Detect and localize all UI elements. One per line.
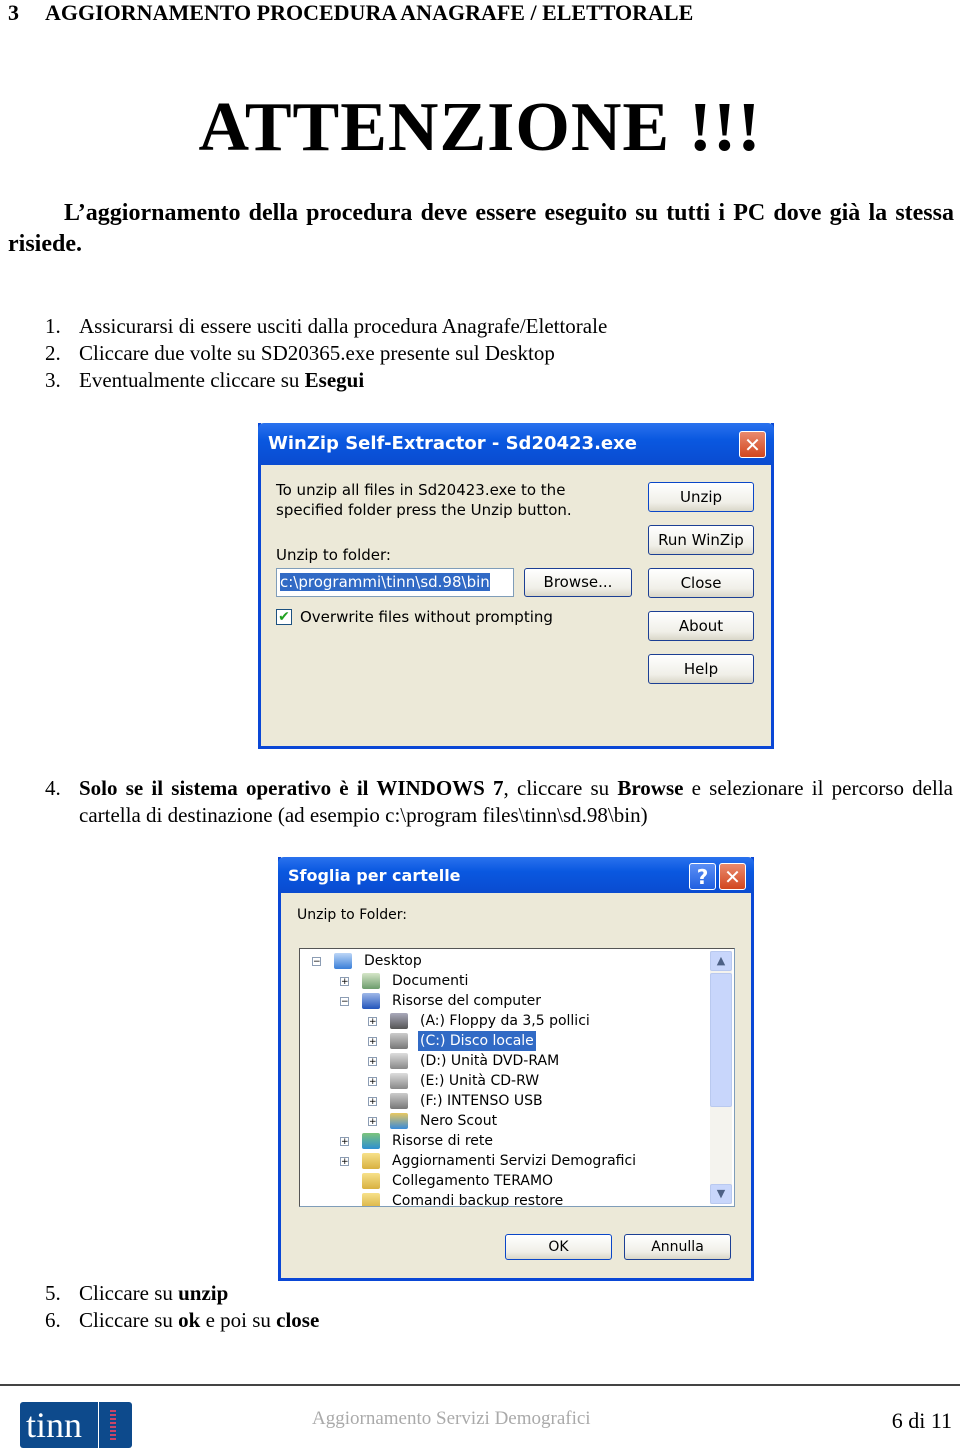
tree-item-label: Aggiornamenti Servizi Demografici <box>392 1153 637 1169</box>
tree-item[interactable]: + (E:) Unità CD-RW <box>300 1071 700 1091</box>
tree-item-label: Risorse del computer <box>392 993 541 1009</box>
close-icon[interactable]: ✕ <box>739 431 766 458</box>
tree-item-label: (D:) Unità DVD-RAM <box>420 1053 560 1069</box>
ok-button[interactable]: OK <box>505 1234 612 1260</box>
step-4: 4. Solo se il sistema operativo è il WIN… <box>45 775 953 829</box>
tree-item-label: Risorse di rete <box>392 1133 493 1149</box>
about-button[interactable]: About <box>648 611 754 641</box>
cd-icon <box>390 1073 408 1089</box>
warning-text: L’aggiornamento della procedura deve ess… <box>8 200 954 257</box>
tree-item-label: (E:) Unità CD-RW <box>420 1073 540 1089</box>
folder-icon <box>362 1173 380 1189</box>
help-icon[interactable]: ? <box>689 863 716 890</box>
tree-item[interactable]: + Risorse di rete <box>300 1131 700 1151</box>
cancel-button[interactable]: Annulla <box>624 1234 731 1260</box>
expand-icon[interactable]: + <box>340 977 349 987</box>
help-button[interactable]: Help <box>648 654 754 684</box>
tinn-logo: tinn <box>20 1402 132 1448</box>
tree-item-label: Collegamento TERAMO <box>392 1173 554 1189</box>
step-4-part: Browse <box>617 776 684 800</box>
expand-icon[interactable]: + <box>368 1037 377 1047</box>
folder-input[interactable]: c:\programmi\tinn\sd.98\bin <box>276 568 514 597</box>
tree-item[interactable]: Collegamento TERAMO <box>300 1171 700 1191</box>
tree-item[interactable]: + Documenti <box>300 971 700 991</box>
drive-icon <box>390 1033 408 1049</box>
tree-item-label: (C:) Disco locale <box>418 1031 536 1051</box>
browse-folder-dialog: Sfoglia per cartelle ? ✕ Unzip to Folder… <box>278 857 754 1281</box>
tree-item-label: Documenti <box>392 973 469 989</box>
tree-item-label: Desktop <box>364 953 422 969</box>
tree-item-label: Comandi backup restore <box>392 1193 564 1207</box>
floppy-icon <box>390 1013 408 1029</box>
folder-label: Unzip to Folder: <box>297 907 407 923</box>
section-heading: 3 AGGIORNAMENTO PROCEDURA ANAGRAFE / ELET… <box>8 0 694 25</box>
expand-icon[interactable]: + <box>368 1117 377 1127</box>
browse-button[interactable]: Browse... <box>524 568 632 597</box>
folder-tree[interactable]: ▲ ▼ − Desktop + Documenti − Risorse del compu… <box>299 948 735 1207</box>
document-page: 3 AGGIORNAMENTO PROCEDURA ANAGRAFE / ELET… <box>0 0 960 1456</box>
folder-icon <box>362 1193 380 1206</box>
close-button[interactable]: Close <box>648 568 754 598</box>
winzip-dialog: WinZip Self-Extractor - Sd20423.exe ✕ To… <box>258 423 774 749</box>
expand-icon[interactable]: + <box>368 1057 377 1067</box>
scroll-down-icon[interactable]: ▼ <box>710 1184 732 1204</box>
title-bar: Sfoglia per cartelle ? ✕ <box>278 857 754 893</box>
warning-title: ATTENZIONE !!! <box>198 89 762 166</box>
collapse-icon[interactable]: − <box>312 957 321 967</box>
desktop-icon <box>334 953 352 969</box>
close-icon[interactable]: ✕ <box>719 863 746 890</box>
tree-item[interactable]: Comandi backup restore <box>300 1191 700 1207</box>
overwrite-checkbox[interactable]: ✔ <box>276 609 292 625</box>
tree-item[interactable]: + (A:) Floppy da 3,5 pollici <box>300 1011 700 1031</box>
tree-item-label: Nero Scout <box>420 1113 498 1129</box>
tree-item[interactable]: − Risorse del computer <box>300 991 700 1011</box>
expand-icon[interactable]: + <box>340 1137 349 1147</box>
drive-icon <box>390 1093 408 1109</box>
tree-item[interactable]: + Aggiornamenti Servizi Demografici <box>300 1151 700 1171</box>
instructions: To unzip all files in Sd20423.exe to the… <box>276 481 572 519</box>
expand-icon[interactable]: + <box>340 1157 349 1167</box>
step-4-text: Solo se il sistema operativo è il WINDOW… <box>79 775 953 829</box>
collapse-icon[interactable]: − <box>340 997 349 1007</box>
folder-label: Unzip to folder: <box>276 546 391 564</box>
step-4-part: , cliccare su <box>503 776 618 800</box>
tree-item-label: (A:) Floppy da 3,5 pollici <box>420 1013 590 1029</box>
run-winzip-button[interactable]: Run WinZip <box>648 525 754 555</box>
overwrite-label: Overwrite files without prompting <box>300 608 553 626</box>
scroll-up-icon[interactable]: ▲ <box>710 951 732 971</box>
network-icon <box>362 1133 380 1149</box>
footer-divider <box>0 1384 960 1386</box>
tree-item[interactable]: + (F:) INTENSO USB <box>300 1091 700 1111</box>
expand-icon[interactable]: + <box>368 1077 377 1087</box>
footer-title: Aggiornamento Servizi Demografici <box>312 1408 591 1429</box>
expand-icon[interactable]: + <box>368 1017 377 1027</box>
documents-icon <box>362 973 380 989</box>
unzip-button[interactable]: Unzip <box>648 482 754 512</box>
tree-item[interactable]: + (D:) Unità DVD-RAM <box>300 1051 700 1071</box>
tree-item[interactable]: + Nero Scout <box>300 1111 700 1131</box>
cd-icon <box>390 1053 408 1069</box>
nero-icon <box>390 1113 408 1129</box>
tree-item[interactable]: + (C:) Disco locale <box>300 1031 700 1051</box>
expand-icon[interactable]: + <box>368 1097 377 1107</box>
scrollbar[interactable]: ▲ ▼ <box>710 951 732 1204</box>
page-number: 6 di 11 <box>891 1408 952 1433</box>
title-bar: WinZip Self-Extractor - Sd20423.exe ✕ <box>258 423 774 465</box>
scroll-thumb[interactable] <box>710 973 732 1107</box>
tree-item-label: (F:) INTENSO USB <box>420 1093 543 1109</box>
computer-icon <box>362 993 380 1009</box>
tree-item[interactable]: − Desktop <box>300 951 700 971</box>
step-4-part: Solo se il sistema operativo è il WINDOW… <box>79 776 504 800</box>
folder-icon <box>362 1153 380 1169</box>
